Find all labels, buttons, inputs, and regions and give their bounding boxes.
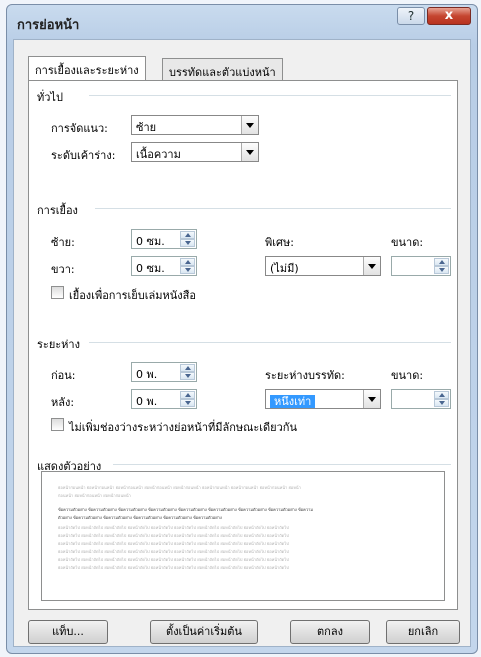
indent-left-value: 0 ซม.	[136, 235, 165, 248]
indentation-separator	[95, 208, 451, 209]
preview-next-line: ย่อหน้าถัดไป ย่อหน้าถัดไป ย่อหน้าถัดไป ย…	[58, 557, 289, 562]
spacing-before-value: 0 พ.	[136, 368, 158, 381]
preview-next-line: ย่อหน้าถัดไป ย่อหน้าถัดไป ย่อหน้าถัดไป ย…	[58, 541, 289, 546]
dialog-body: การเยื้องและระยะห่าง บรรทัดและตัวแบ่งหน้…	[13, 39, 471, 647]
set-as-default-button[interactable]: ตั้งเป็นค่าเริ่มต้น	[150, 620, 258, 644]
alignment-value: ซ้าย	[136, 121, 157, 134]
tab-panel: ทั่วไป การจัดแนว: ซ้าย ระดับเค้าร่าง: เน…	[28, 80, 458, 610]
spin-down-icon[interactable]	[180, 239, 195, 247]
outline-level-label: ระดับเค้าร่าง:	[51, 149, 116, 162]
outline-level-dropdown-icon[interactable]	[241, 143, 258, 161]
indent-by-spinner[interactable]	[391, 256, 451, 276]
spin-up-icon[interactable]	[180, 231, 195, 239]
preview-sample-line: ข้อความตัวอย่าง ข้อความตัวอย่าง ข้อความต…	[58, 507, 313, 512]
spacing-before-label: ก่อน:	[51, 369, 76, 382]
preview-separator	[113, 464, 451, 465]
tabs-button[interactable]: แท็บ...	[28, 620, 108, 644]
indent-left-spinner[interactable]: 0 ซม.	[131, 229, 197, 249]
general-heading: ทั่วไป	[37, 88, 67, 106]
special-indent-value: (ไม่มี)	[270, 262, 299, 275]
special-indent-label: พิเศษ:	[265, 236, 294, 249]
spin-up-icon[interactable]	[434, 391, 449, 399]
title-bar[interactable]: การย่อหน้า ? x	[7, 5, 477, 39]
close-button[interactable]: x	[427, 7, 471, 25]
tab-line-page-breaks[interactable]: บรรทัดและตัวแบ่งหน้า	[162, 58, 283, 80]
dont-add-space-checkbox[interactable]	[51, 418, 64, 431]
mirror-indents-checkbox[interactable]	[51, 286, 64, 299]
dont-add-space-label[interactable]: ไม่เพิ่มช่องว่างระหว่างย่อหน้าที่มีลักษณ…	[69, 418, 297, 436]
preview-next-line: ย่อหน้าถัดไป ย่อหน้าถัดไป ย่อหน้าถัดไป ย…	[58, 549, 289, 554]
preview-prev-line: ย่อหน้าก่อนหน้า ย่อหน้าก่อนหน้า ย่อหน้าก…	[58, 485, 301, 490]
special-indent-dropdown-icon[interactable]	[363, 257, 380, 275]
spin-up-icon[interactable]	[180, 364, 195, 372]
line-spacing-dropdown-icon[interactable]	[363, 390, 380, 408]
mirror-indents-label[interactable]: เยื้องเพื่อการเย็บเล่มหนังสือ	[69, 286, 196, 304]
indent-right-label: ขวา:	[51, 263, 75, 276]
spin-down-icon[interactable]	[180, 266, 195, 274]
preview-next-line: ย่อหน้าถัดไป ย่อหน้าถัดไป ย่อหน้าถัดไป ย…	[58, 533, 289, 538]
spin-up-icon[interactable]	[180, 258, 195, 266]
preview-next-line: ย่อหน้าถัดไป ย่อหน้าถัดไป ย่อหน้าถัดไป ย…	[58, 525, 289, 530]
spin-up-icon[interactable]	[180, 391, 195, 399]
indent-left-label: ซ้าย:	[51, 236, 75, 249]
outline-level-value: เนื้อความ	[136, 148, 181, 161]
ok-button[interactable]: ตกลง	[290, 620, 370, 644]
indent-right-value: 0 ซม.	[136, 262, 165, 275]
line-spacing-value: หนึ่งเท่า	[270, 395, 316, 408]
cancel-button[interactable]: ยกเลิก	[386, 620, 460, 644]
line-spacing-combo[interactable]: หนึ่งเท่า	[265, 389, 381, 409]
special-indent-combo[interactable]: (ไม่มี)	[265, 256, 381, 276]
spacing-at-label: ขนาด:	[391, 369, 424, 382]
spacing-at-spinner[interactable]	[391, 389, 451, 409]
tab-indents-spacing[interactable]: การเยื้องและระยะห่าง	[28, 56, 146, 80]
alignment-combo[interactable]: ซ้าย	[131, 115, 259, 135]
spacing-heading: ระยะห่าง	[37, 335, 84, 353]
line-spacing-label: ระยะห่างบรรทัด:	[265, 369, 345, 382]
spin-down-icon[interactable]	[180, 372, 195, 380]
preview-box: ย่อหน้าก่อนหน้า ย่อหน้าก่อนหน้า ย่อหน้าก…	[41, 471, 445, 601]
dialog-title: การย่อหน้า	[17, 18, 80, 33]
spacing-separator	[89, 342, 451, 343]
indent-by-label: ขนาด:	[391, 236, 424, 249]
spacing-before-spinner[interactable]: 0 พ.	[131, 362, 197, 382]
spacing-after-label: หลัง:	[51, 396, 75, 409]
indentation-heading: การเยื้อง	[37, 201, 82, 219]
alignment-label: การจัดแนว:	[51, 122, 108, 135]
spin-down-icon[interactable]	[434, 399, 449, 407]
alignment-dropdown-icon[interactable]	[241, 116, 258, 134]
spacing-after-value: 0 พ.	[136, 395, 158, 408]
spin-down-icon[interactable]	[180, 399, 195, 407]
preview-prev-line: ก่อนหน้า ย่อหน้าก่อนหน้า ย่อหน้าก่อนหน้า	[58, 493, 131, 498]
spacing-after-spinner[interactable]: 0 พ.	[131, 389, 197, 409]
outline-level-combo[interactable]: เนื้อความ	[131, 142, 259, 162]
preview-sample-line: ตัวอย่าง ข้อความตัวอย่าง ข้อความตัวอย่าง…	[58, 515, 222, 520]
spin-down-icon[interactable]	[434, 266, 449, 274]
help-button[interactable]: ?	[397, 7, 425, 25]
paragraph-dialog: การย่อหน้า ? x การเยื้องและระยะห่าง บรรท…	[6, 4, 478, 654]
spin-up-icon[interactable]	[434, 258, 449, 266]
indent-right-spinner[interactable]: 0 ซม.	[131, 256, 197, 276]
general-separator	[89, 95, 451, 96]
preview-next-line: ย่อหน้าถัดไป ย่อหน้าถัดไป ย่อหน้าถัดไป ย…	[58, 565, 289, 570]
